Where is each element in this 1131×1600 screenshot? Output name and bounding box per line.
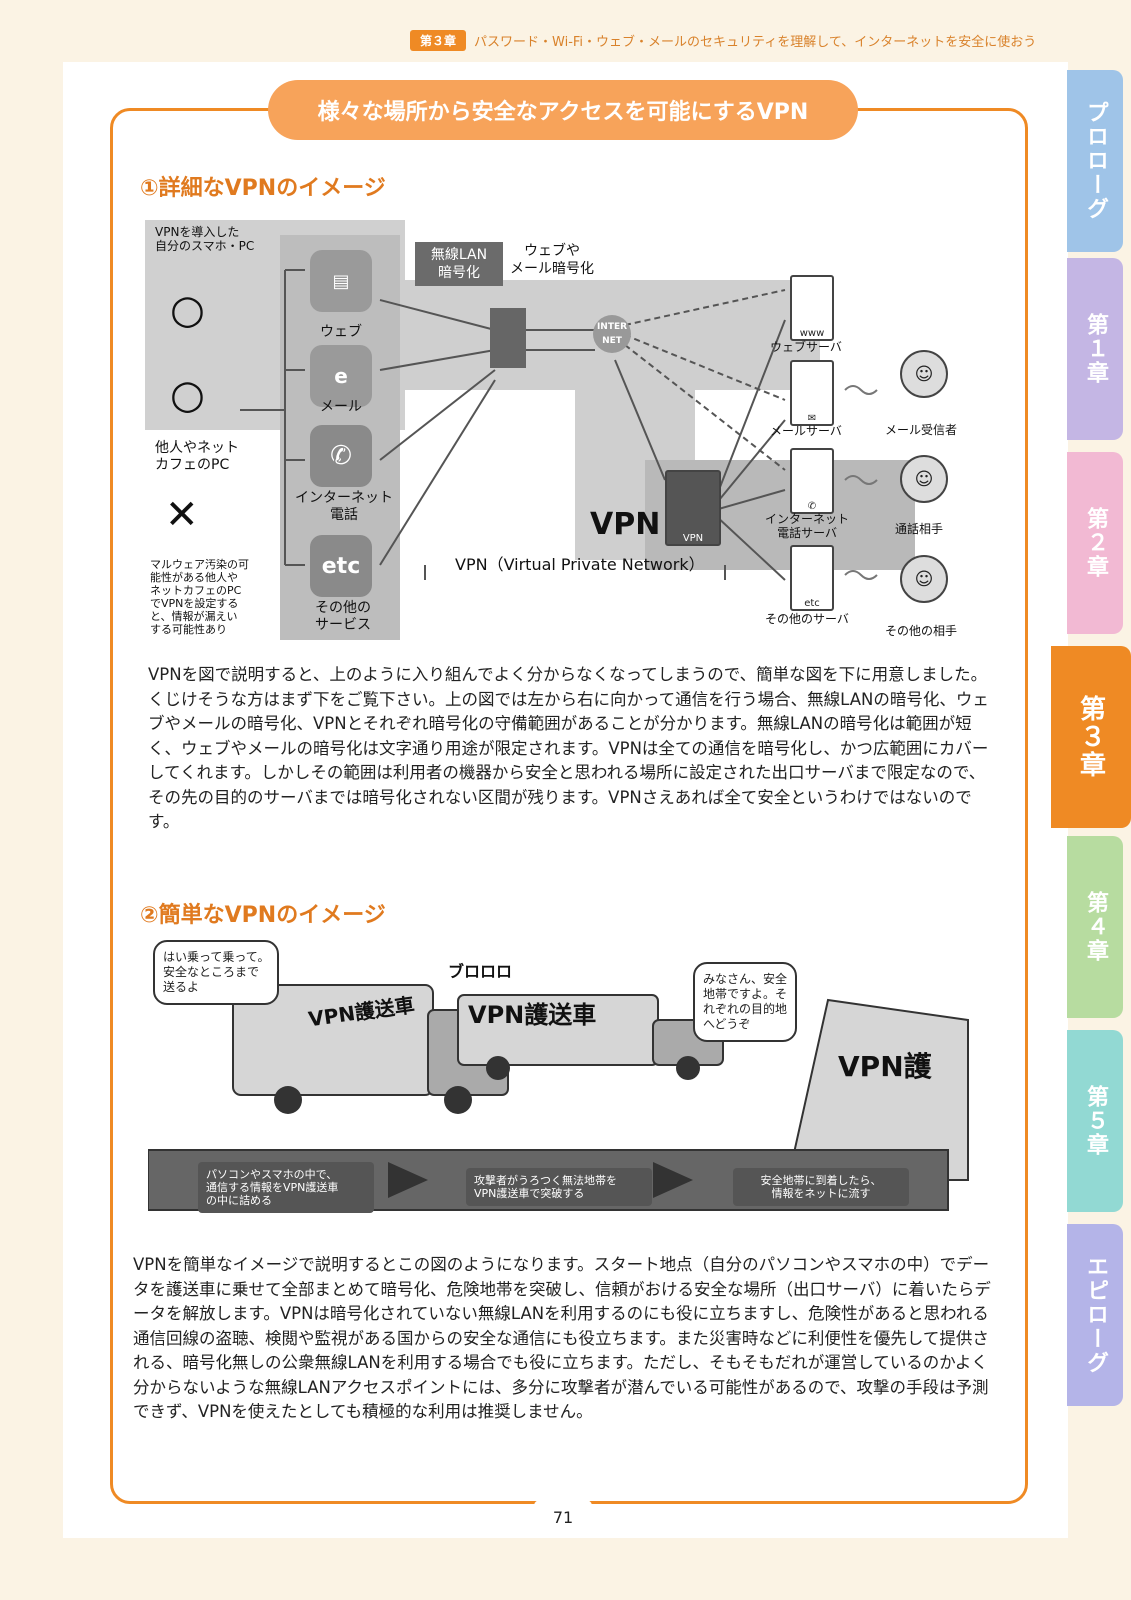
step2-caption: 攻撃者がうろつく無法地帯を VPN護送車で突破する <box>466 1168 652 1206</box>
step3-caption: 安全地帯に到着したら、 情報をネットに流す <box>733 1168 909 1206</box>
mail-server-icon: ✉ <box>790 360 834 426</box>
tab-chapter-4[interactable]: 第４章 <box>1067 836 1123 1018</box>
other-services-label: その他の サービス <box>315 600 371 633</box>
other-partner-avatar: ☺ <box>900 555 948 603</box>
other-partner-label: その他の相手 <box>885 624 958 638</box>
web-mail-encryption-label: ウェブや メール暗号化 <box>510 243 594 277</box>
call-partner-avatar: ☺ <box>900 455 948 503</box>
tab-chapter-2[interactable]: 第２章 <box>1067 452 1123 634</box>
router-icon <box>490 308 526 368</box>
mail-server-label: メールサーバ <box>770 424 842 438</box>
etc-icon: etc <box>310 535 372 597</box>
page-number: 71 <box>534 1500 592 1534</box>
step1-caption: パソコンやスマホの中で、 通信する情報をVPN護送車 の中に詰める <box>198 1162 374 1213</box>
ok-circle-icon-2: ○ <box>170 372 205 418</box>
header-title: パスワード・Wi-Fi・ウェブ・メールのセキュリティを理解して、インターネットを… <box>474 35 1037 50</box>
chapter-tag: 第３章 <box>410 30 467 51</box>
internet-globe-icon: INTER NET <box>593 315 631 353</box>
own-device-label: VPNを導入した 自分のスマホ・PC <box>155 225 255 253</box>
tab-epilogue[interactable]: エピローグ <box>1067 1224 1123 1406</box>
section2-body: VPNを簡単なイメージで説明するとこの図のようになります。スタート地点（自分のパ… <box>133 1255 991 1421</box>
internet-phone-label: インターネット 電話 <box>295 490 393 523</box>
web-label: ウェブ <box>320 324 362 340</box>
mail-icon: e <box>310 345 372 407</box>
truck2-label: VPN護送車 <box>468 1001 597 1029</box>
malware-note: マルウェア汚染の可 能性がある他人や ネットカフェのPC でVPNを設定する と… <box>150 558 249 636</box>
mail-label: メール <box>320 399 362 415</box>
engine-sfx: ブロロロ <box>448 962 513 981</box>
other-server-icon: etc <box>790 545 834 611</box>
tab-chapter-5[interactable]: 第５章 <box>1067 1030 1123 1212</box>
truck3-label: VPN護 <box>838 1050 932 1083</box>
page-title: 様々な場所から安全なアクセスを可能にするVPN <box>268 80 858 140</box>
ok-circle-icon: ○ <box>170 287 205 333</box>
speech-bubble-2: みなさん、安全 地帯ですよ。そ れぞれの目的地 へどうぞ <box>693 962 798 1042</box>
section1-body: VPNを図で説明すると、上のように入り組んでよく分からなくなってしまうので、簡単… <box>148 665 989 831</box>
web-server-icon: www <box>790 275 834 341</box>
mail-recipient-label: メール受信者 <box>885 423 958 437</box>
phone-server-icon: ✆ <box>790 448 834 514</box>
web-server-label: ウェブサーバ <box>770 340 842 354</box>
speech-bubble-1: はい乗って乗って。 安全なところまで 送るよ <box>153 940 280 1005</box>
other-pc-label: 他人やネット カフェのPC <box>155 440 239 473</box>
tab-prologue[interactable]: プロローグ <box>1067 70 1123 252</box>
phone-server-label: インターネット 電話サーバ <box>765 512 850 540</box>
simple-vpn-illustration: はい乗って乗って。 安全なところまで 送るよ みなさん、安全 地帯ですよ。そ れ… <box>148 940 978 1240</box>
diagram-lines <box>145 220 915 640</box>
vpn-server-icon: VPN <box>665 470 721 546</box>
tab-chapter-1[interactable]: 第１章 <box>1067 258 1123 440</box>
detailed-vpn-diagram: VPNを導入した 自分のスマホ・PC ○ ○ 他人やネット カフェのPC ✕ マ… <box>145 220 985 650</box>
section1-heading: ①詳細なVPNのイメージ <box>140 176 386 201</box>
mail-recipient-avatar: ☺ <box>900 350 948 398</box>
call-partner-label: 通話相手 <box>895 522 944 536</box>
vpn-range-label: VPN（Virtual Private Network） <box>455 555 705 574</box>
vpn-big-label: VPN <box>590 507 661 542</box>
ng-cross-icon: ✕ <box>165 492 199 538</box>
wifi-encryption-label: 無線LAN 暗号化 <box>415 242 503 286</box>
section2-heading: ②簡単なVPNのイメージ <box>140 903 386 928</box>
phone-icon: ✆ <box>310 425 372 487</box>
running-header: 第３章 パスワード・Wi-Fi・ウェブ・メールのセキュリティを理解して、インター… <box>410 30 1036 51</box>
other-server-label: その他のサーバ <box>765 612 849 626</box>
web-icon: ▤ <box>310 250 372 312</box>
tab-chapter-3[interactable]: 第３章 <box>1051 646 1131 828</box>
